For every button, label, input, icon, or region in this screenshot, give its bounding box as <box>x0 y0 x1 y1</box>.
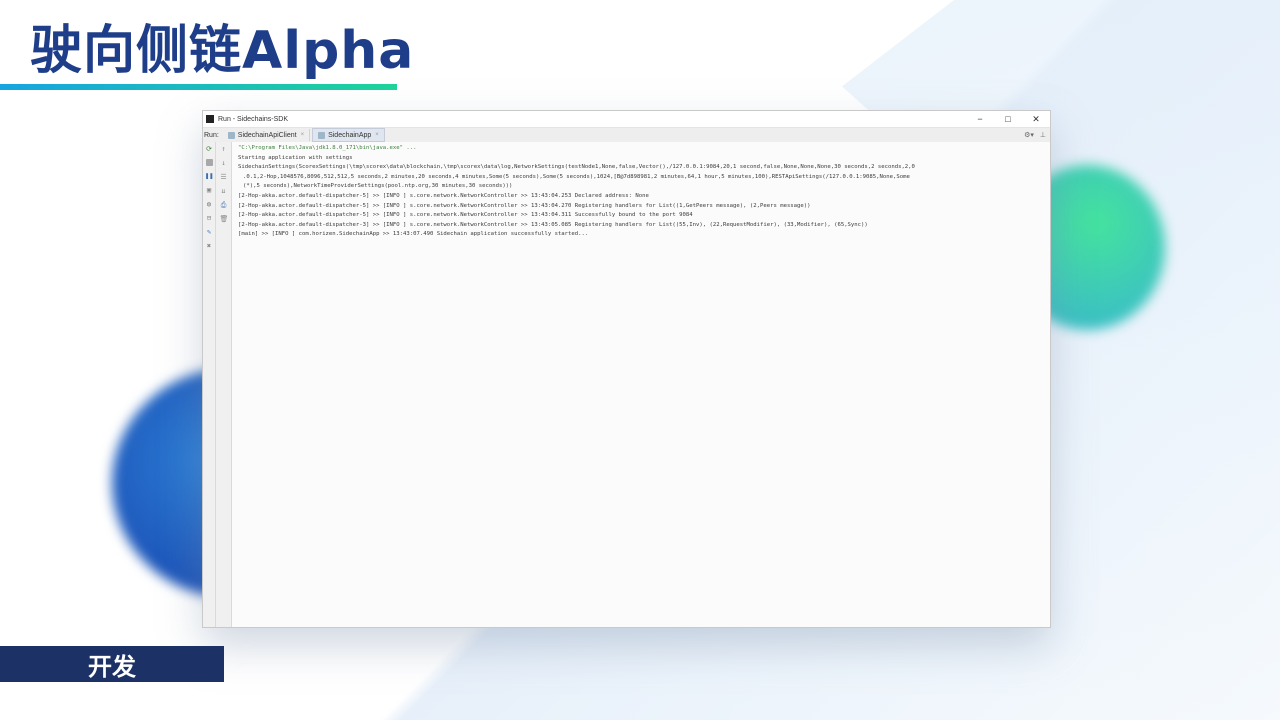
section-tag: 开发 <box>0 646 224 682</box>
stop-icon[interactable] <box>205 159 213 166</box>
close-icon[interactable]: ✖ <box>205 242 213 250</box>
console-output[interactable]: "C:\Program Files\Java\jdk1.8.0_171\bin\… <box>232 142 1050 627</box>
tab-label: SidechainApp <box>328 131 372 139</box>
window-title: Run - Sidechains-SDK <box>218 115 289 123</box>
down-arrow-icon[interactable]: ↓ <box>220 159 228 167</box>
exit-icon[interactable]: ⊟ <box>205 214 213 222</box>
run-toolbar-console: ↑ ↓ ☰ ⇊ ⎙ 🗑 <box>216 142 232 627</box>
console-line: SidechainSettings(ScorexSettings(\tmp\sc… <box>238 164 915 171</box>
up-arrow-icon[interactable]: ↑ <box>220 145 228 153</box>
console-line: [2-Hop-akka.actor.default-dispatcher-3] … <box>238 221 868 228</box>
tab-sidechain-app[interactable]: SidechainApp × <box>312 128 385 142</box>
maximize-button[interactable]: □ <box>994 114 1022 125</box>
trash-icon[interactable]: 🗑 <box>220 215 229 223</box>
scroll-to-end-icon[interactable]: ⇊ <box>220 187 228 195</box>
window-controls: − □ ✕ <box>966 114 1050 125</box>
pause-icon[interactable]: ❚❚ <box>205 172 213 180</box>
console-line: .0.1,2-Hop,1048576,8096,512,512,5 second… <box>243 173 910 180</box>
title-underline <box>0 84 397 90</box>
run-toolbar-left: ⟳ ❚❚ ▣ ◍ ⊟ ✎ ✖ <box>203 142 216 627</box>
print-icon[interactable]: ⎙ <box>220 201 228 209</box>
slide-title: 驶向侧链Alpha <box>30 21 415 81</box>
console-line: "C:\Program Files\Java\jdk1.8.0_171\bin\… <box>238 145 417 151</box>
console-line: [2-Hop-akka.actor.default-dispatcher-5] … <box>238 212 693 219</box>
pin-icon[interactable]: ✎ <box>205 228 213 236</box>
settings-icon[interactable]: ⚙▾ <box>1024 131 1034 139</box>
run-label: Run: <box>204 131 219 139</box>
minimize-button[interactable]: − <box>966 114 994 125</box>
tab-sidechain-api-client[interactable]: SidechainApiClient × <box>223 129 311 141</box>
dump-threads-icon[interactable]: ▣ <box>205 186 213 194</box>
hide-panel-icon[interactable]: ⊥ <box>1040 131 1046 139</box>
window-titlebar: Run - Sidechains-SDK − □ ✕ <box>203 111 1050 128</box>
soft-wrap-icon[interactable]: ☰ <box>220 173 228 181</box>
run-config-icon <box>227 131 235 139</box>
tabbar-tools: ⚙▾ ⊥ <box>1024 131 1050 139</box>
console-line: [2-Hop-akka.actor.default-dispatcher-5] … <box>238 192 649 199</box>
rerun-icon[interactable]: ⟳ <box>205 145 213 153</box>
console-line: [main] >> [INFO ] com.horizen.SidechainA… <box>238 231 589 238</box>
app-icon <box>206 115 214 123</box>
tab-label: SidechainApiClient <box>237 131 297 139</box>
settings-icon[interactable]: ◍ <box>205 200 213 208</box>
console-line: Starting application with settings <box>238 154 353 161</box>
run-tabbar: Run: SidechainApiClient × SidechainApp ×… <box>203 128 1050 143</box>
close-window-button[interactable]: ✕ <box>1022 114 1050 125</box>
ide-run-window: Run - Sidechains-SDK − □ ✕ Run: Sidechai… <box>202 110 1051 628</box>
tab-close-icon[interactable]: × <box>301 132 305 138</box>
console-line: [2-Hop-akka.actor.default-dispatcher-5] … <box>238 202 811 209</box>
run-panel-body: ⟳ ❚❚ ▣ ◍ ⊟ ✎ ✖ ↑ ↓ ☰ ⇊ ⎙ 🗑 "C:\Program F… <box>203 142 1050 627</box>
tab-close-icon[interactable]: × <box>375 132 379 138</box>
console-line: (*),5 seconds),NetworkTimeProviderSettin… <box>243 183 513 190</box>
run-config-icon <box>318 131 326 139</box>
